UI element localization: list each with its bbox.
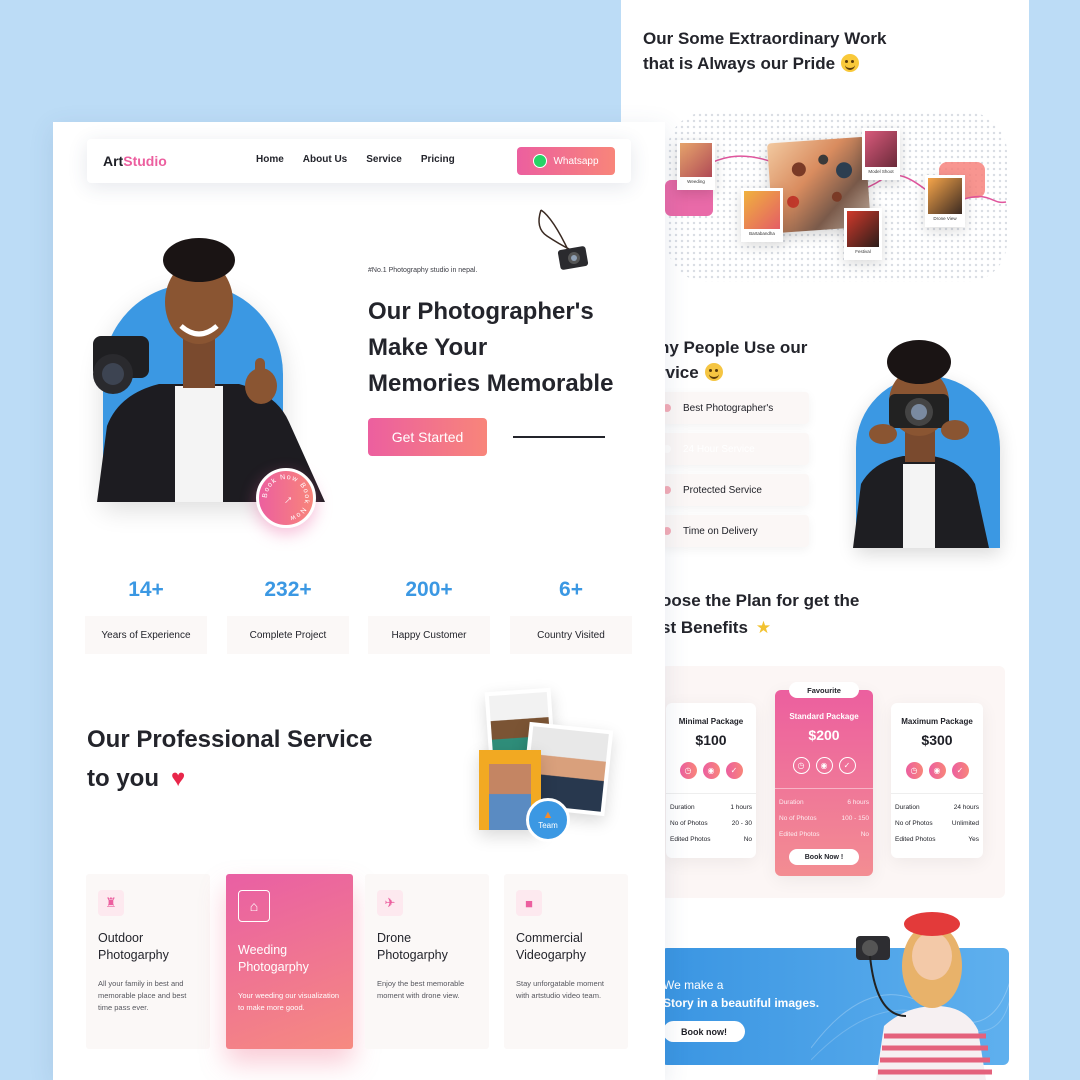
- nav-link-service[interactable]: Service: [366, 154, 402, 165]
- thumbs-up-icon: ✓: [838, 757, 856, 774]
- brand-logo[interactable]: ArtStudio: [103, 153, 167, 169]
- book-now-plan-button[interactable]: Book Now !: [789, 849, 859, 865]
- photo-model-shoot[interactable]: Model Shoot: [862, 128, 900, 180]
- services-title: Our Professional Service to you ♥: [87, 726, 373, 792]
- whatsapp-button[interactable]: Whatsapp: [517, 147, 615, 175]
- why-title: hy People Use our rvice: [659, 338, 808, 382]
- stat-projects: 232+ Complete Project: [227, 578, 349, 654]
- photo-drone-view[interactable]: Drone View: [925, 175, 965, 227]
- plan-card-standard[interactable]: Favourite Standard Package $200 ◷ ◉ ✓ Du…: [775, 682, 873, 876]
- why-item-active[interactable]: 24 Hour Service: [661, 433, 809, 465]
- hero-tagline: #No.1 Photography studio in nepal.: [368, 267, 478, 274]
- photographer-image: [853, 340, 989, 548]
- clock-icon: ◷: [792, 757, 810, 774]
- nav-links: Home About Us Service Pricing: [256, 154, 455, 165]
- get-started-button[interactable]: Get Started: [368, 418, 487, 456]
- why-item[interactable]: Protected Service: [661, 474, 809, 506]
- drone-icon: ✈: [377, 890, 403, 916]
- camera-icon: ◉: [928, 762, 946, 779]
- heart-icon: ♥: [171, 765, 186, 792]
- star-emoji-icon: ★: [755, 618, 772, 637]
- stat-years: 14+ Years of Experience: [85, 578, 207, 654]
- photo-festival[interactable]: Festival: [844, 208, 882, 260]
- stat-countries: 6+ Country Visited: [510, 578, 632, 654]
- camera-icon: ◉: [702, 762, 720, 779]
- service-card-commercial[interactable]: ■ Commercial Videogarphy Stay unforgatab…: [504, 874, 628, 1049]
- work-title: Our Some Extraordinary Work that is Alwa…: [643, 29, 887, 73]
- book-now-banner-button[interactable]: Book now!: [663, 1021, 745, 1042]
- secondary-page-preview: Our Some Extraordinary Work that is Alwa…: [621, 0, 1029, 1080]
- stat-customers: 200+ Happy Customer: [368, 578, 490, 654]
- service-card-outdoor[interactable]: ♜ Outdoor Photogarphy All your family in…: [86, 874, 210, 1049]
- team-badge: ▲ Team: [526, 798, 570, 842]
- fire-icon: ▲: [542, 809, 554, 821]
- sweat-smile-emoji-icon: [704, 363, 723, 381]
- wedding-icon: ⌂: [238, 890, 270, 922]
- plans-title: oose the Plan for get the st Benefits ★: [661, 591, 860, 637]
- clock-icon: ◷: [905, 762, 923, 779]
- wink-emoji-icon: [841, 54, 860, 72]
- nav-link-pricing[interactable]: Pricing: [421, 154, 455, 165]
- hero-photographer-image: [93, 238, 325, 502]
- main-landing-page: ArtStudio Home About Us Service Pricing …: [53, 122, 665, 1080]
- banner-text: We make a Story in a beautiful images.: [663, 978, 820, 1010]
- camera-icon: ◉: [815, 757, 833, 774]
- why-item[interactable]: Time on Delivery: [661, 515, 809, 547]
- service-card-wedding[interactable]: ⌂ Weeding Photogarphy Your weeding our v…: [226, 874, 353, 1049]
- nav-link-about[interactable]: About Us: [303, 154, 347, 165]
- nav-link-home[interactable]: Home: [256, 154, 284, 165]
- service-card-drone[interactable]: ✈ Drone Photogarphy Enjoy the best memor…: [365, 874, 489, 1049]
- thumbs-up-icon: ✓: [951, 762, 969, 779]
- thumbs-up-icon: ✓: [725, 762, 743, 779]
- hero-title: Our Photographer's Make Your Memories Me…: [368, 298, 614, 397]
- photo-weeding[interactable]: Weeding: [677, 140, 715, 190]
- plan-card-maximum[interactable]: Maximum Package $300 ◷ ◉ ✓ Duration 24 ho…: [891, 703, 983, 858]
- family-icon: ♜: [98, 890, 124, 916]
- clock-icon: ◷: [679, 762, 697, 779]
- book-now-badge[interactable]: Book Now Book Now →: [256, 468, 316, 528]
- video-camera-icon: ■: [516, 890, 542, 916]
- hanging-camera-icon: [538, 209, 589, 270]
- whatsapp-icon: [533, 154, 548, 168]
- photo-bartabandha[interactable]: Bartabandha: [741, 188, 783, 242]
- plan-card-minimal[interactable]: Minimal Package $100 ◷ ◉ ✓ Duration 1 hou…: [666, 703, 756, 858]
- favourite-badge: Favourite: [789, 682, 859, 698]
- why-item[interactable]: Best Photographer's: [661, 392, 809, 424]
- top-navbar: ArtStudio Home About Us Service Pricing …: [87, 139, 631, 183]
- woman-photographer-image: [856, 912, 992, 1080]
- why-list: Best Photographer's 24 Hour Service Prot…: [661, 392, 809, 547]
- hero-divider-line: [513, 436, 605, 438]
